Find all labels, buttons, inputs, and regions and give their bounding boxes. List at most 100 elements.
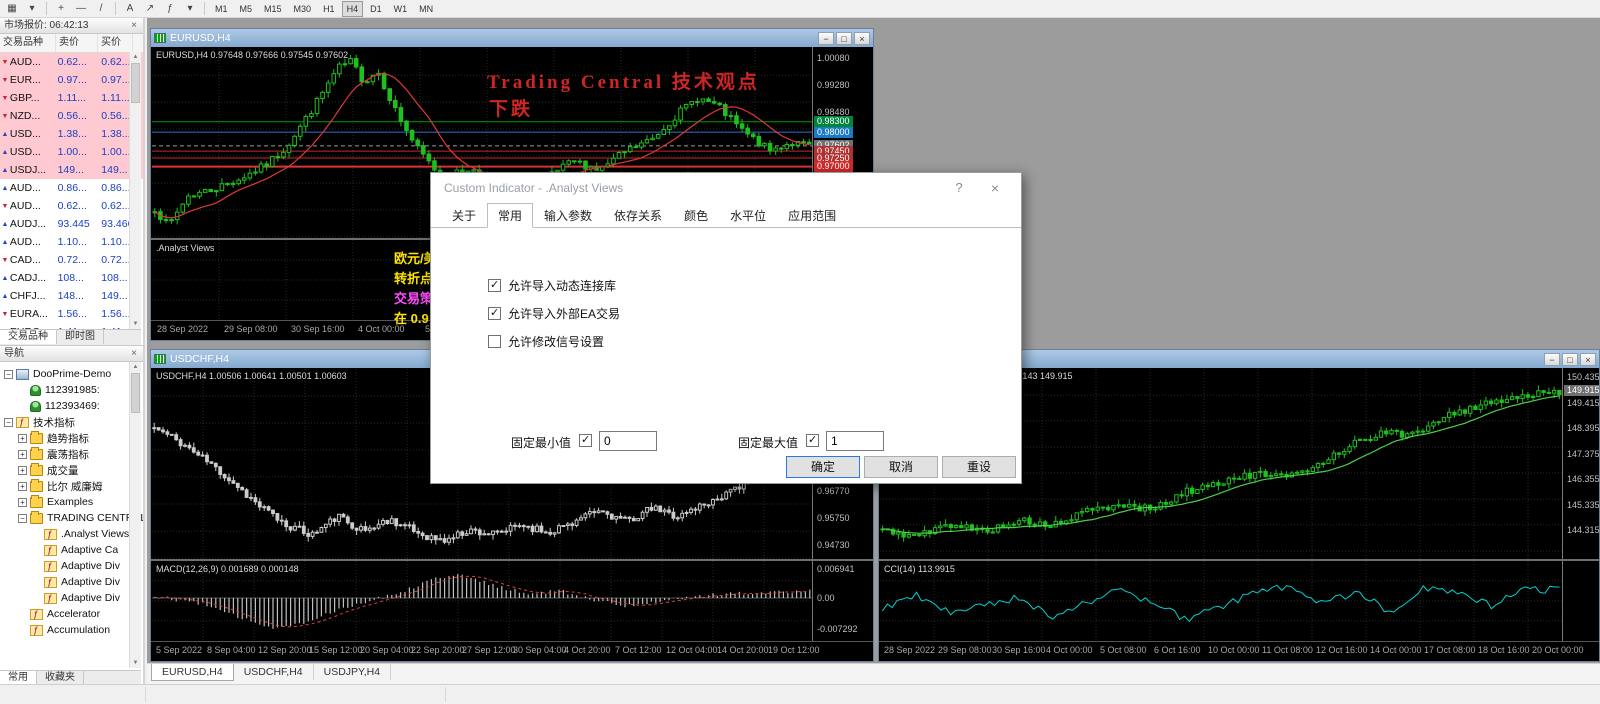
scrollbar-thumb[interactable]	[131, 63, 140, 103]
market-watch-row[interactable]: ▲USDJ...149...149...	[0, 161, 143, 179]
window-titlebar[interactable]: EURUSD,H4 −□×	[151, 29, 873, 47]
text-tool-icon[interactable]: A	[121, 0, 139, 17]
expand-icon[interactable]: +	[18, 434, 27, 443]
scroll-down-icon[interactable]: ▼	[130, 658, 141, 668]
navigator-item[interactable]: −TRADING CENTRAL	[0, 510, 143, 526]
market-watch-row[interactable]: ▲USD...1.38...1.38...	[0, 125, 143, 143]
price-scale[interactable]: 150.435149.415148.395147.375146.355145.3…	[1562, 368, 1599, 559]
market-watch-row[interactable]: ▼EUR...0.97...0.97...	[0, 71, 143, 89]
navigator-item[interactable]: +震荡指标	[0, 446, 143, 462]
expand-icon[interactable]: +	[18, 466, 27, 475]
fixed-max-checkbox[interactable]	[806, 434, 819, 447]
market-watch-row[interactable]: ▲AUD...0.86...0.86...	[0, 179, 143, 197]
navigator-item[interactable]: 112393469:	[0, 398, 143, 414]
crosshair-icon[interactable]: +	[52, 0, 70, 17]
column-header[interactable]: 买价	[98, 34, 133, 52]
minimize-button[interactable]: −	[818, 32, 834, 45]
time-axis[interactable]: 28 Sep 202229 Sep 08:0030 Sep 16:004 Oct…	[879, 641, 1599, 660]
dialog-tab[interactable]: 关于	[441, 203, 487, 228]
market-watch-row[interactable]: ▼GBP...1.11...1.11...	[0, 89, 143, 107]
expand-icon[interactable]: +	[18, 498, 27, 507]
cci-chart[interactable]	[880, 561, 1562, 641]
navigator-item[interactable]: +Examples	[0, 494, 143, 510]
dialog-tab[interactable]: 颜色	[673, 203, 719, 228]
trendline-icon[interactable]: /	[92, 0, 110, 17]
dialog-tab[interactable]: 应用范围	[777, 203, 847, 228]
navigator-item[interactable]: −技术指标	[0, 414, 143, 430]
close-icon[interactable]: ×	[128, 18, 140, 33]
ok-button[interactable]: 确定	[786, 456, 860, 478]
scroll-up-icon[interactable]: ▲	[130, 52, 141, 62]
timeframe-button-h4[interactable]: H4	[342, 1, 364, 17]
column-header[interactable]: 卖价	[56, 34, 98, 52]
close-icon[interactable]: ×	[985, 173, 1005, 203]
collapse-icon[interactable]: −	[18, 514, 27, 523]
dialog-checkbox[interactable]	[488, 279, 501, 292]
timeframe-button-w1[interactable]: W1	[389, 1, 413, 17]
reset-button[interactable]: 重设	[942, 456, 1016, 478]
close-icon[interactable]: ×	[128, 346, 140, 361]
dialog-tab[interactable]: 输入参数	[533, 203, 603, 228]
market-watch-row[interactable]: ▲USD...1.00...1.00...	[0, 143, 143, 161]
timeframe-button-h1[interactable]: H1	[318, 1, 340, 17]
market-watch-row[interactable]: ▼AUD...0.62...0.62...	[0, 197, 143, 215]
close-button[interactable]: ×	[854, 32, 870, 45]
market-watch-row[interactable]: ▼CAD...0.72...0.72...	[0, 251, 143, 269]
navigator-item[interactable]: Adaptive Ca	[0, 542, 143, 558]
cci-scale[interactable]	[1562, 561, 1599, 641]
restore-button[interactable]: □	[1562, 353, 1578, 366]
market-watch-row[interactable]: ▼AUD...0.62...0.62...	[0, 53, 143, 71]
navigator-item[interactable]: Accumulation	[0, 622, 143, 638]
timeframe-button-m5[interactable]: M5	[235, 1, 258, 17]
navigator-item[interactable]: +成交量	[0, 462, 143, 478]
timeframe-button-m1[interactable]: M1	[210, 1, 233, 17]
timeframe-button-d1[interactable]: D1	[365, 1, 387, 17]
market-watch-row[interactable]: ▼EURA...1.56...1.56...	[0, 305, 143, 323]
dialog-tab[interactable]: 依存关系	[603, 203, 673, 228]
navigator-tab[interactable]: 收藏夹	[37, 671, 84, 685]
dialog-tab[interactable]: 常用	[487, 203, 533, 228]
expand-icon[interactable]: +	[18, 450, 27, 459]
navigator-item[interactable]: Adaptive Div	[0, 590, 143, 606]
navigator-item[interactable]: +趋势指标	[0, 430, 143, 446]
market-watch-row[interactable]: ▲CHFJ...148...149...	[0, 287, 143, 305]
collapse-icon[interactable]: −	[4, 370, 13, 379]
dialog-checkbox[interactable]	[488, 335, 501, 348]
navigator-tab[interactable]: 常用	[0, 671, 37, 685]
charts-icon[interactable]: ▦	[3, 0, 21, 17]
chart-window-tab[interactable]: EURUSD,H4	[151, 664, 234, 681]
column-header[interactable]: 交易品种	[0, 34, 56, 52]
scroll-up-icon[interactable]: ▲	[130, 362, 141, 372]
navigator-item[interactable]: .Analyst Views	[0, 526, 143, 542]
collapse-icon[interactable]: −	[4, 418, 13, 427]
chart-profiles-caret-icon[interactable]: ▾	[23, 0, 41, 17]
chart-window-tab[interactable]: USDCHF,H4	[234, 664, 314, 680]
fixed-max-input[interactable]	[826, 431, 884, 451]
minimize-button[interactable]: −	[1544, 353, 1560, 366]
market-watch-scrollbar[interactable]: ▲ ▼	[129, 52, 141, 329]
navigator-item[interactable]: Adaptive Div	[0, 574, 143, 590]
horizontal-line-icon[interactable]: —	[72, 0, 90, 17]
navigator-scrollbar[interactable]: ▲ ▼	[129, 362, 141, 668]
close-button[interactable]: ×	[1580, 353, 1596, 366]
cancel-button[interactable]: 取消	[864, 456, 938, 478]
chart-window-tab[interactable]: USDJPY,H4	[314, 664, 391, 680]
macd-scale[interactable]: 0.0069410.00-0.007292	[812, 561, 873, 641]
market-watch-tab[interactable]: 即时图	[57, 330, 104, 344]
indicators-icon[interactable]: ƒ	[161, 0, 179, 17]
market-watch-row[interactable]: ▲CADJ...108...108...	[0, 269, 143, 287]
timeframe-button-m15[interactable]: M15	[259, 1, 287, 17]
scrollbar-thumb[interactable]	[131, 373, 140, 413]
expand-icon[interactable]: +	[18, 482, 27, 491]
market-watch-tab[interactable]: 交易品种	[0, 330, 57, 344]
navigator-item[interactable]: Adaptive Div	[0, 558, 143, 574]
dialog-titlebar[interactable]: Custom Indicator - .Analyst Views ? ×	[431, 173, 1021, 203]
scroll-down-icon[interactable]: ▼	[130, 319, 141, 329]
fixed-min-checkbox[interactable]	[579, 434, 592, 447]
dialog-checkbox[interactable]	[488, 307, 501, 320]
restore-button[interactable]: □	[836, 32, 852, 45]
navigator-item[interactable]: Accelerator	[0, 606, 143, 622]
help-icon[interactable]: ?	[949, 173, 969, 203]
indicators-caret-icon[interactable]: ▾	[181, 0, 199, 17]
navigator-item[interactable]: +比尔 威廉姆	[0, 478, 143, 494]
